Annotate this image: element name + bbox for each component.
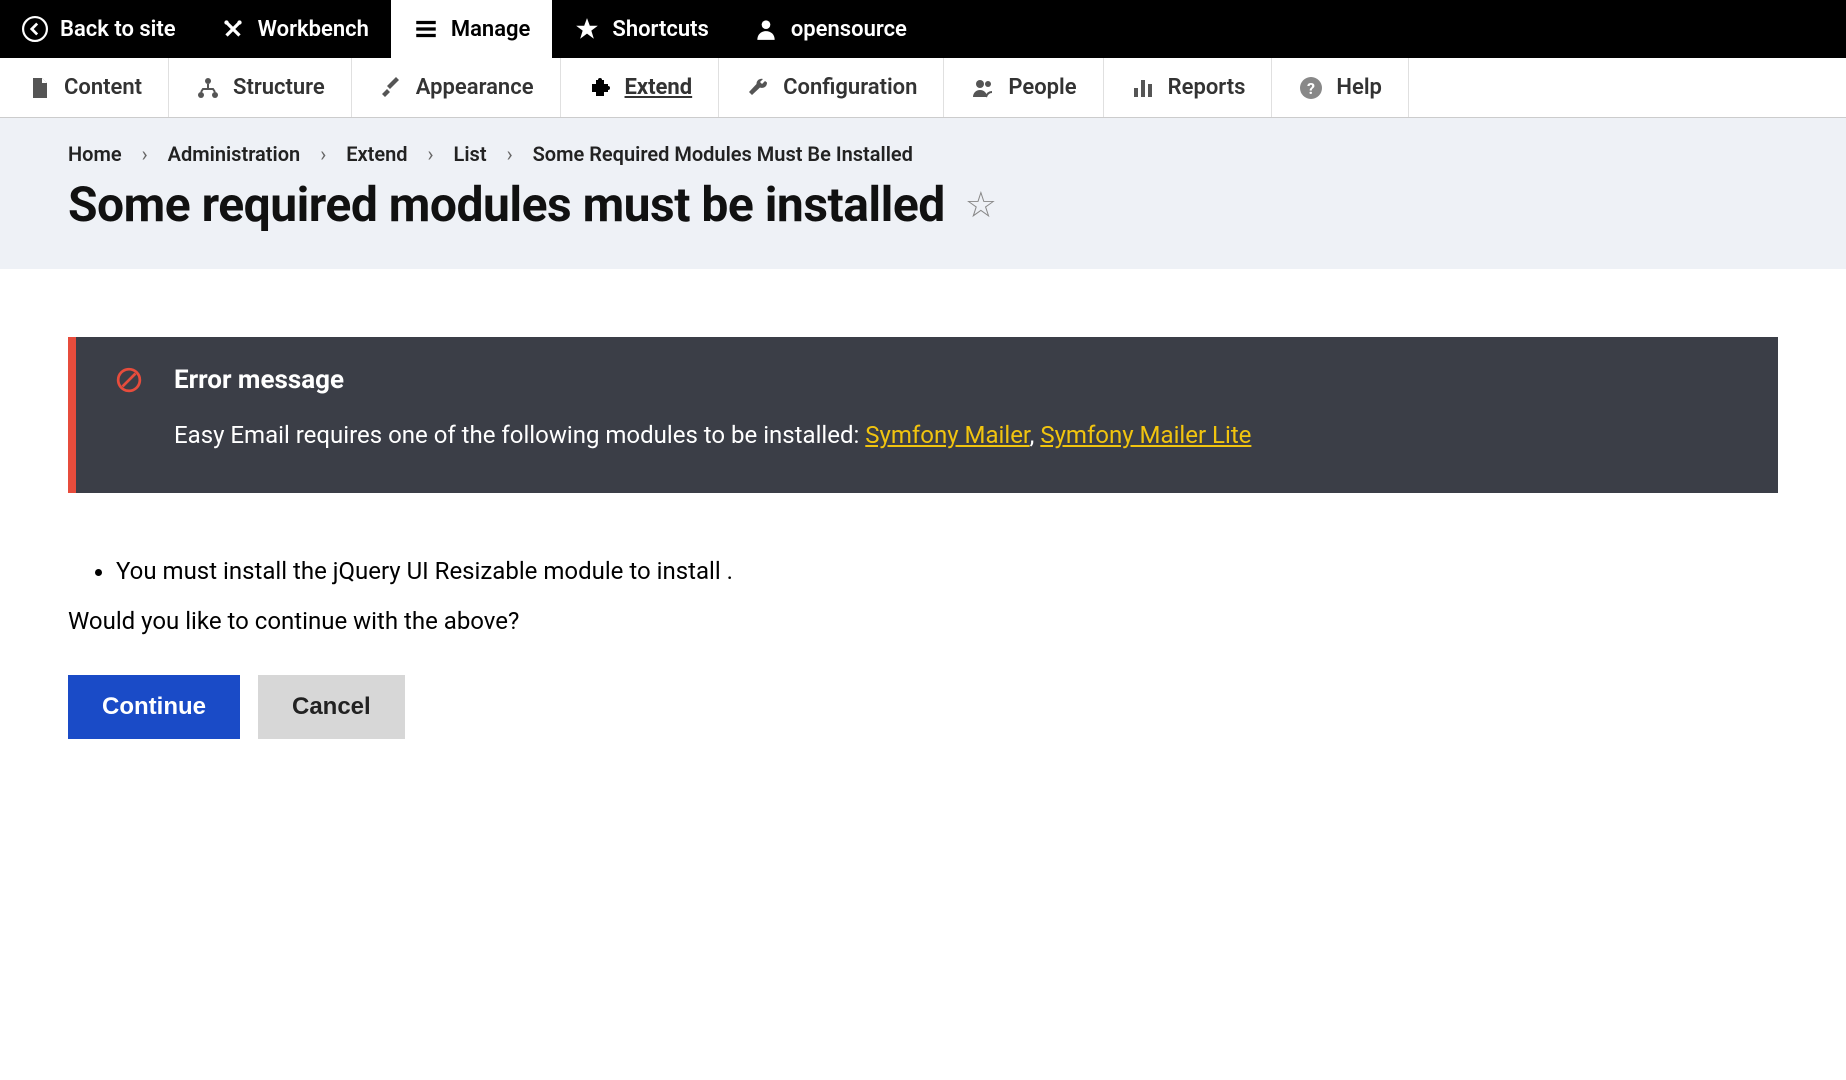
back-to-site-label: Back to site xyxy=(60,17,176,42)
error-text: Easy Email requires one of the following… xyxy=(174,421,865,449)
menu-extend-label: Extend xyxy=(625,75,693,100)
menu-structure[interactable]: Structure xyxy=(169,58,352,117)
menu-configuration[interactable]: Configuration xyxy=(719,58,944,117)
people-icon xyxy=(970,75,996,101)
cancel-button[interactable]: Cancel xyxy=(258,675,405,739)
breadcrumb-extend[interactable]: Extend xyxy=(346,142,407,166)
menu-reports-label: Reports xyxy=(1168,75,1246,100)
menu-content-label: Content xyxy=(64,75,142,100)
menu-appearance-label: Appearance xyxy=(416,75,534,100)
paintbrush-icon xyxy=(378,75,404,101)
breadcrumb-list[interactable]: List xyxy=(454,142,487,166)
manage-label: Manage xyxy=(451,17,531,42)
confirm-prompt: Would you like to continue with the abov… xyxy=(68,607,1778,635)
wrench-icon xyxy=(745,75,771,101)
back-to-site-link[interactable]: Back to site xyxy=(0,0,198,58)
puzzle-icon xyxy=(587,75,613,101)
bar-chart-icon xyxy=(1130,75,1156,101)
error-message-box: Error message Easy Email requires one of… xyxy=(68,337,1778,493)
workbench-label: Workbench xyxy=(258,17,369,42)
error-body: Easy Email requires one of the following… xyxy=(174,419,1750,453)
breadcrumb-home[interactable]: Home xyxy=(68,142,122,166)
menu-people-label: People xyxy=(1008,75,1076,100)
error-title: Error message xyxy=(174,365,344,395)
page-header: Home › Administration › Extend › List › … xyxy=(0,118,1846,269)
breadcrumb-separator: › xyxy=(507,142,513,166)
user-menu[interactable]: opensource xyxy=(731,0,929,58)
menu-people[interactable]: People xyxy=(944,58,1103,117)
menu-help[interactable]: ? Help xyxy=(1272,58,1409,117)
requirement-item: You must install the jQuery UI Resizable… xyxy=(116,553,1778,589)
admin-menu: Content Structure Appearance Extend Conf… xyxy=(0,58,1846,118)
main-content: Error message Easy Email requires one of… xyxy=(0,269,1846,807)
page-title: Some required modules must be installed xyxy=(68,176,945,233)
svg-text:?: ? xyxy=(1307,79,1315,98)
breadcrumb: Home › Administration › Extend › List › … xyxy=(68,142,1778,166)
shortcuts-link[interactable]: Shortcuts xyxy=(552,0,730,58)
breadcrumb-separator: › xyxy=(320,142,326,166)
favorite-star-icon[interactable]: ☆ xyxy=(965,184,997,226)
menu-configuration-label: Configuration xyxy=(783,75,917,100)
wrench-cross-icon xyxy=(220,16,246,42)
user-icon xyxy=(753,16,779,42)
menu-appearance[interactable]: Appearance xyxy=(352,58,561,117)
symfony-mailer-lite-link[interactable]: Symfony Mailer Lite xyxy=(1040,421,1251,449)
hamburger-icon xyxy=(413,16,439,42)
workbench-link[interactable]: Workbench xyxy=(198,0,391,58)
breadcrumb-administration[interactable]: Administration xyxy=(168,142,301,166)
symfony-mailer-link[interactable]: Symfony Mailer xyxy=(865,421,1029,449)
top-toolbar: Back to site Workbench Manage Shortcuts … xyxy=(0,0,1846,58)
continue-button[interactable]: Continue xyxy=(68,675,240,739)
error-sep: , xyxy=(1030,421,1041,449)
shortcuts-label: Shortcuts xyxy=(612,17,708,42)
action-buttons: Continue Cancel xyxy=(68,675,1778,739)
breadcrumb-separator: › xyxy=(142,142,148,166)
hierarchy-icon xyxy=(195,75,221,101)
star-icon xyxy=(574,16,600,42)
back-arrow-icon xyxy=(22,16,48,42)
menu-structure-label: Structure xyxy=(233,75,325,100)
error-icon xyxy=(116,367,142,393)
menu-help-label: Help xyxy=(1336,75,1382,100)
breadcrumb-separator: › xyxy=(428,142,434,166)
user-label: opensource xyxy=(791,17,907,42)
manage-link[interactable]: Manage xyxy=(391,0,553,58)
menu-content[interactable]: Content xyxy=(0,58,169,117)
menu-extend[interactable]: Extend xyxy=(561,58,720,117)
requirement-list: You must install the jQuery UI Resizable… xyxy=(116,553,1778,589)
menu-reports[interactable]: Reports xyxy=(1104,58,1273,117)
breadcrumb-current: Some Required Modules Must Be Installed xyxy=(533,142,913,166)
help-icon: ? xyxy=(1298,75,1324,101)
document-icon xyxy=(26,75,52,101)
